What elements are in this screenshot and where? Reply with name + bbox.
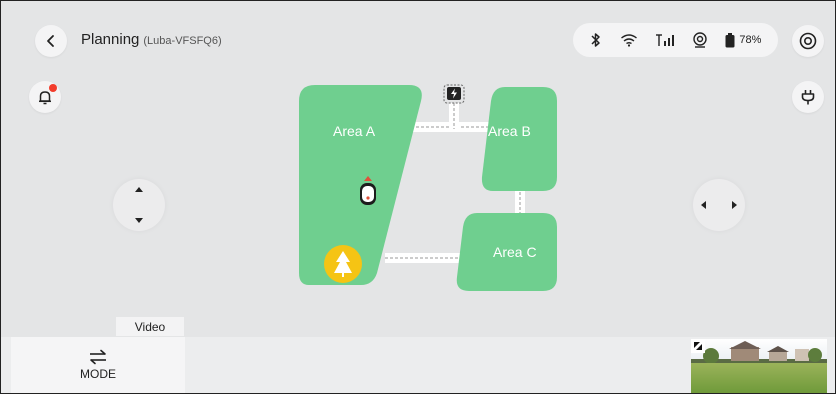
battery-status: 78% <box>725 32 762 48</box>
bluetooth-icon <box>589 32 603 48</box>
status-bar: 78% <box>573 23 778 57</box>
area-b[interactable] <box>481 87 557 191</box>
left-joystick[interactable] <box>113 179 165 231</box>
area-c-label: Area C <box>493 244 537 260</box>
app-frame: Planning (Luba-VFSFQ6) 78% Area A Area B… <box>0 0 836 394</box>
wifi-icon <box>620 33 638 47</box>
alert-dot <box>49 84 57 92</box>
charging-station-icon[interactable] <box>443 84 465 104</box>
tree-obstacle-icon[interactable] <box>324 245 362 283</box>
up-down-arrows-icon <box>135 187 143 223</box>
left-right-arrows-icon <box>701 201 737 209</box>
charging-station-button[interactable] <box>792 81 824 113</box>
path-bc <box>515 187 525 217</box>
device-name: (Luba-VFSFQ6) <box>143 35 222 47</box>
path-station <box>449 103 459 129</box>
video-label: Video <box>134 319 166 334</box>
back-button[interactable] <box>35 25 67 57</box>
mode-label: MODE <box>80 367 116 381</box>
title-text: Planning <box>81 31 140 48</box>
camera-feed-image <box>691 339 827 393</box>
video-thumbnail[interactable] <box>691 339 827 393</box>
area-a-label: Area A <box>333 123 376 139</box>
cellular-signal-icon <box>655 33 675 47</box>
path-ac <box>385 253 465 263</box>
chevron-left-icon <box>47 35 54 47</box>
right-joystick[interactable] <box>693 179 745 231</box>
swap-arrows-icon <box>90 349 106 365</box>
target-icon <box>799 32 817 50</box>
page-title: Planning (Luba-VFSFQ6) <box>81 31 222 48</box>
battery-level: 78% <box>739 34 762 46</box>
lawn-map: Area A Area B Area C <box>299 84 557 291</box>
battery-icon <box>725 32 735 47</box>
area-b-label: Area B <box>488 123 531 139</box>
settings-button[interactable] <box>792 25 824 57</box>
plug-icon <box>801 90 815 105</box>
rtk-icon <box>692 32 708 48</box>
video-tab[interactable]: Video <box>116 317 184 336</box>
notification-button[interactable] <box>29 81 61 113</box>
mode-button[interactable]: MODE <box>11 337 185 393</box>
